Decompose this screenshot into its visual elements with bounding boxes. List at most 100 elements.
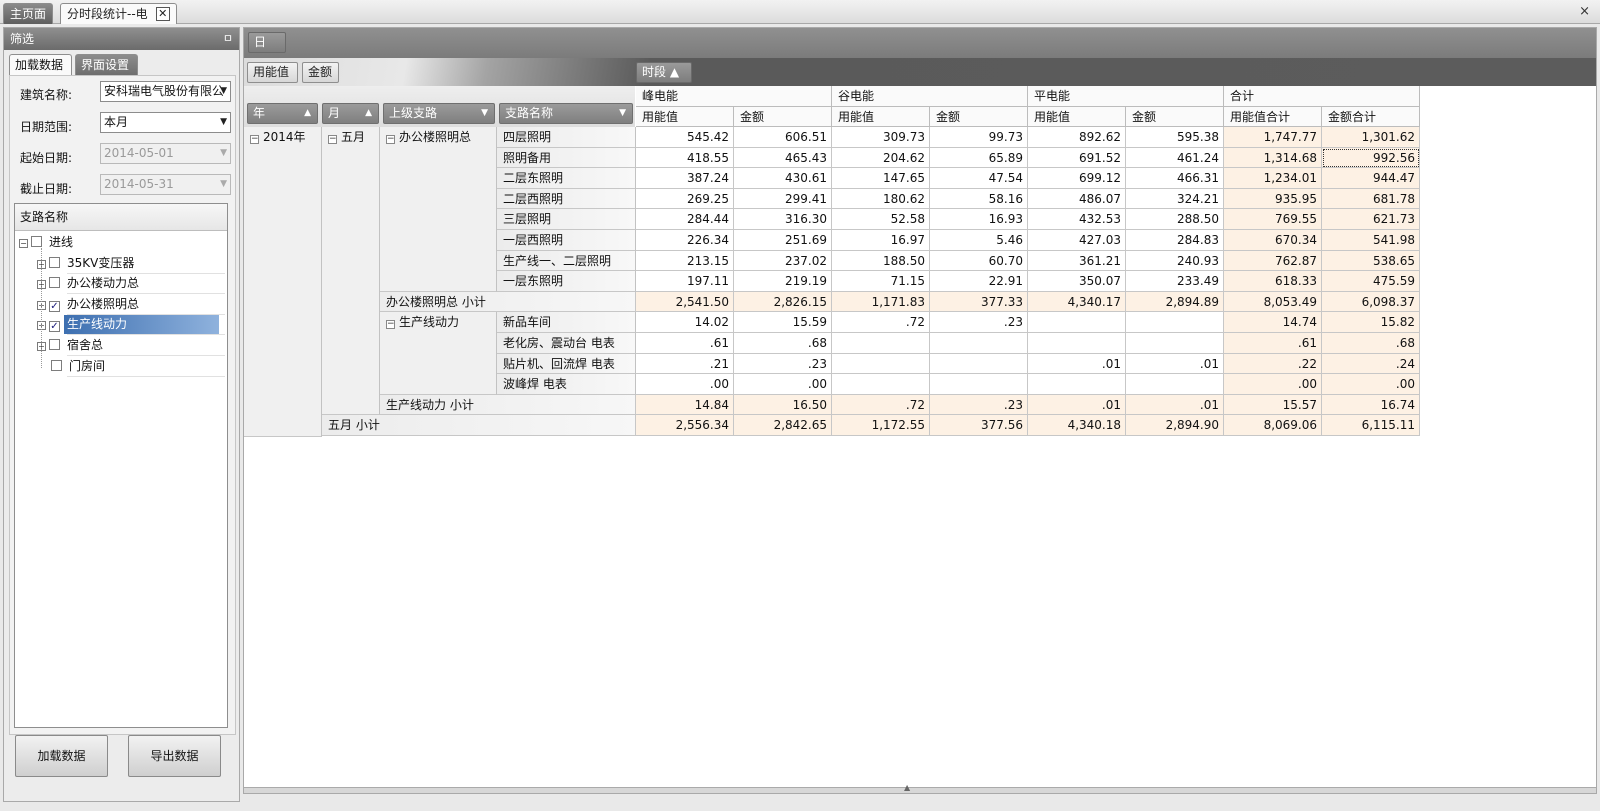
parent-branch-header[interactable]: − 生产线动力 [380,312,497,395]
data-cell[interactable]: 284.83 [1126,230,1224,251]
data-cell[interactable]: 65.89 [930,147,1028,169]
subtotal-cell[interactable]: .01 [1126,394,1224,416]
row-field-header[interactable]: 支路名称 ▼ [499,103,633,124]
tree-item[interactable]: +35KV变压器 [37,254,137,274]
collapse-icon[interactable]: − [250,135,259,144]
month-subtotal-cell[interactable]: 6,115.11 [1322,415,1420,436]
data-cell[interactable]: 541.98 [1322,230,1420,251]
subtotal-cell[interactable]: .23 [930,394,1028,416]
subtotal-cell[interactable]: 2,541.50 [636,291,734,313]
data-field-amount[interactable]: 金额 [302,62,339,83]
month-subtotal-cell[interactable]: 4,340.18 [1028,415,1126,436]
data-cell[interactable]: 188.50 [832,250,930,272]
data-cell[interactable]: 670.34 [1224,230,1322,251]
data-cell[interactable]: 432.53 [1028,209,1126,230]
subtotal-cell[interactable]: .01 [1028,394,1126,416]
tree-item[interactable]: + ✓ 生产线动力 [37,315,219,335]
data-cell[interactable]: 47.54 [930,168,1028,189]
data-cell[interactable]: 299.41 [734,188,832,210]
data-cell[interactable]: 219.19 [734,271,832,292]
branch-row-header[interactable]: 三层照明 [497,209,636,230]
subtotal-cell[interactable]: 8,053.49 [1224,291,1322,313]
data-cell[interactable]: 316.30 [734,209,832,230]
subtotal-cell[interactable]: 1,171.83 [832,291,930,313]
data-cell[interactable] [1028,374,1126,395]
branch-row-header[interactable]: 波峰焊 电表 [497,374,636,395]
data-cell[interactable] [930,374,1028,395]
subtotal-row-header[interactable]: 办公楼照明总 小计 [380,291,636,313]
subtotal-cell[interactable]: 6,098.37 [1322,291,1420,313]
tree-item[interactable]: + ✓ 办公楼照明总 [37,295,142,315]
data-cell[interactable]: 269.25 [636,188,734,210]
subtotal-cell[interactable]: 2,894.89 [1126,291,1224,313]
data-cell[interactable]: 147.65 [832,168,930,189]
subtotal-row-header[interactable]: 生产线动力 小计 [380,394,636,416]
column-group-header[interactable]: 谷电能 [832,86,1028,107]
checkbox-checked[interactable]: ✓ [49,321,60,333]
start-date-field[interactable]: 2014-05-01 ▼ [100,143,231,164]
data-cell[interactable]: 475.59 [1322,271,1420,292]
data-cell[interactable]: 15.59 [734,312,832,333]
data-cell[interactable] [930,353,1028,375]
data-cell[interactable]: 618.33 [1224,271,1322,292]
data-cell[interactable]: .72 [832,312,930,333]
tab-load-data[interactable]: 加载数据 [9,54,72,76]
data-cell[interactable]: 944.47 [1322,168,1420,189]
data-cell[interactable]: 606.51 [734,127,832,148]
close-tab-icon[interactable]: ✕ [155,7,170,21]
tab-time-period-stats[interactable]: 分时段统计--电 ✕ [60,3,177,24]
data-cell[interactable]: 387.24 [636,168,734,189]
data-cell[interactable]: 681.78 [1322,188,1420,210]
branch-row-header[interactable]: 贴片机、回流焊 电表 [497,353,636,375]
data-cell[interactable]: .24 [1322,353,1420,375]
checkbox-checked[interactable]: ✓ [49,300,60,312]
checkbox[interactable] [49,277,60,289]
branch-row-header[interactable]: 一层西照明 [497,230,636,251]
data-cell[interactable]: 621.73 [1322,209,1420,230]
data-cell[interactable]: 1,234.01 [1224,168,1322,189]
branch-row-header[interactable]: 照明备用 [497,147,636,169]
export-data-button[interactable]: 导出数据 [128,735,221,777]
tab-main-page[interactable]: 主页面 [3,3,54,24]
data-cell[interactable]: 204.62 [832,147,930,169]
data-cell[interactable]: 545.42 [636,127,734,148]
data-cell[interactable]: 1,314.68 [1224,147,1322,169]
data-cell[interactable]: 361.21 [1028,250,1126,272]
data-cell[interactable]: 461.24 [1126,147,1224,169]
data-cell[interactable]: 418.55 [636,147,734,169]
branch-row-header[interactable]: 一层东照明 [497,271,636,292]
data-cell[interactable]: 180.62 [832,188,930,210]
year-row-header[interactable]: −2014年 [244,127,322,437]
data-cell[interactable] [1126,312,1224,333]
column-group-header[interactable]: 合计 [1224,86,1420,107]
data-cell[interactable]: .22 [1224,353,1322,375]
branch-row-header[interactable]: 新品车间 [497,312,636,333]
month-subtotal-header[interactable]: 五月 小计 [322,415,636,436]
parent-branch-header[interactable]: − 办公楼照明总 [380,127,497,292]
month-subtotal-cell[interactable]: 2,894.90 [1126,415,1224,436]
data-cell[interactable] [1126,333,1224,354]
data-cell[interactable]: 466.31 [1126,168,1224,189]
data-cell[interactable]: 60.70 [930,250,1028,272]
data-cell[interactable]: 1,747.77 [1224,127,1322,148]
data-cell[interactable]: .61 [1224,333,1322,354]
tree-item[interactable]: + 办公楼动力总 [37,274,142,294]
data-cell[interactable]: 14.02 [636,312,734,333]
measure-column-header[interactable]: 用能值 [636,107,734,127]
data-cell[interactable]: 251.69 [734,230,832,251]
data-cell[interactable]: 233.49 [1126,271,1224,292]
column-group-header[interactable]: 峰电能 [636,86,832,107]
measure-column-header[interactable]: 金额 [734,107,832,127]
subtotal-cell[interactable]: 377.33 [930,291,1028,313]
data-cell[interactable] [1028,333,1126,354]
month-subtotal-cell[interactable]: 1,172.55 [832,415,930,436]
checkbox[interactable] [31,236,42,247]
data-cell[interactable]: 486.07 [1028,188,1126,210]
data-cell[interactable]: 15.82 [1322,312,1420,333]
data-cell[interactable]: 284.44 [636,209,734,230]
data-cell[interactable]: 427.03 [1028,230,1126,251]
data-cell[interactable]: 538.65 [1322,250,1420,272]
data-cell[interactable]: .68 [734,333,832,354]
tree-item[interactable]: − 进线 [19,233,76,253]
branch-row-header[interactable]: 二层东照明 [497,168,636,189]
